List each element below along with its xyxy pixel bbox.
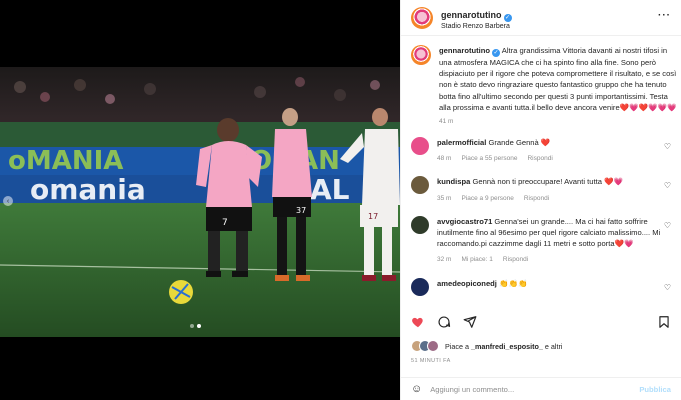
comment-body: avvgiocastro71 Genna'sei un grande.... M…	[437, 216, 662, 266]
post-side-panel: gennarotutino ✓ Stadio Renzo Barbera ··· …	[400, 0, 681, 400]
avatar[interactable]	[411, 176, 429, 195]
comment-body: palermofficial Grande Gennà ❤️ 48 m Piace …	[437, 137, 662, 164]
verified-badge-icon: ✓	[492, 49, 501, 57]
bookmark-icon[interactable]	[657, 315, 671, 329]
caption-text: Altra grandissima Vittoria davanti ai no…	[439, 46, 677, 112]
comment-list: palermofficial Grande Gennà ❤️ 48 m Piace …	[411, 137, 671, 305]
svg-text:37: 37	[296, 206, 306, 215]
comment-time: 32 m	[437, 256, 452, 264]
comment-row: amedeopiconedj 👏👏👏 ♡	[411, 277, 671, 305]
comment-username[interactable]: palermofficial	[437, 138, 486, 147]
action-bar	[411, 312, 671, 332]
comment-text: 👏👏👏	[499, 278, 528, 288]
slide-indicator	[190, 324, 201, 328]
comment-time: 48 m	[437, 155, 452, 163]
comment-likes[interactable]: Piace a 9 persone	[461, 195, 513, 202]
avatar[interactable]	[411, 137, 429, 156]
liker-avatars	[411, 340, 439, 352]
caption-username[interactable]: gennarotutino	[439, 46, 490, 55]
avatar[interactable]	[411, 45, 431, 65]
publish-button[interactable]: Pubblica	[639, 385, 671, 394]
comment-username[interactable]: kundispa	[437, 177, 470, 186]
reply-button[interactable]: Rispondi	[524, 195, 549, 202]
avatar[interactable]	[411, 215, 429, 234]
comment-username[interactable]: avvgiocastro71	[437, 217, 492, 226]
liker-username[interactable]: _manfredi_esposito_	[471, 342, 543, 351]
comment-input[interactable]	[430, 384, 632, 394]
verified-badge-icon: ✓	[503, 13, 512, 22]
prev-slide-button[interactable]: ‹	[3, 196, 13, 206]
caption-text-block: gennarotutino ✓ Altra grandissima Vittori…	[439, 45, 679, 113]
comment-like-icon[interactable]: ♡	[664, 283, 671, 292]
comment-time: 35 m	[437, 194, 452, 202]
heart-icon[interactable]	[411, 315, 425, 329]
comment-username[interactable]: amedeopiconedj	[437, 279, 497, 288]
post-media[interactable]: oMANIA OMAN omania AL 7	[0, 0, 400, 400]
post-photo: oMANIA OMAN omania AL 7	[0, 67, 400, 337]
caption: gennarotutino ✓ Altra grandissima Vittori…	[411, 45, 676, 126]
comment-like-icon[interactable]: ♡	[664, 221, 671, 230]
location-link[interactable]: Stadio Renzo Barbera	[441, 23, 512, 31]
share-icon[interactable]	[463, 315, 477, 329]
post-header: gennarotutino ✓ Stadio Renzo Barbera ···	[401, 0, 681, 36]
chevron-left-icon: ‹	[6, 197, 10, 205]
likes-suffix[interactable]: e altri	[545, 342, 563, 351]
comment-like-icon[interactable]: ♡	[664, 181, 671, 190]
likes-prefix: Piace a	[445, 341, 469, 351]
post-time: 51 MINUTI FA	[411, 358, 451, 364]
more-icon[interactable]: ···	[658, 10, 671, 21]
caption-time: 41 m	[439, 118, 454, 126]
comment-body: amedeopiconedj 👏👏👏	[437, 278, 662, 305]
slide-dot-active	[197, 324, 201, 328]
svg-text:AL: AL	[310, 173, 350, 206]
emoji-icon[interactable]: ☺	[411, 383, 422, 395]
reply-button[interactable]: Rispondi	[503, 256, 528, 263]
comment-likes[interactable]: Piace a 55 persone	[461, 155, 517, 162]
comment-likes[interactable]: Mi piace: 1	[461, 256, 492, 263]
slide-dot	[190, 324, 194, 328]
avatar[interactable]	[411, 277, 429, 296]
comment-composer: ☺ Pubblica	[401, 377, 681, 400]
comment-icon[interactable]	[437, 315, 451, 329]
reply-button[interactable]: Rispondi	[527, 155, 552, 162]
comment-like-icon[interactable]: ♡	[664, 142, 671, 151]
comment-text: Gennà non ti preoccupare! Avanti tutta ❤…	[472, 177, 623, 187]
likes-summary: Piace a _manfredi_esposito_ e altri	[411, 340, 562, 352]
comment-body: kundispa Gennà non ti preoccupare! Avant…	[437, 176, 662, 203]
svg-text:17: 17	[368, 212, 378, 221]
svg-text:oMANIA: oMANIA	[8, 146, 123, 176]
svg-text:7: 7	[222, 218, 228, 228]
avatar	[427, 340, 439, 352]
avatar[interactable]	[411, 6, 433, 29]
comments-scroll[interactable]: gennarotutino ✓ Altra grandissima Vittori…	[401, 37, 681, 307]
comment-row: avvgiocastro71 Genna'sei un grande.... M…	[411, 215, 671, 266]
comment-text: Grande Gennà ❤️	[488, 138, 551, 148]
comment-row: kundispa Gennà non ti preoccupare! Avant…	[411, 176, 671, 203]
instagram-post-view: oMANIA OMAN omania AL 7	[0, 0, 681, 400]
svg-text:omania: omania	[30, 173, 146, 206]
comment-row: palermofficial Grande Gennà ❤️ 48 m Piace …	[411, 137, 671, 164]
author-username[interactable]: gennarotutino	[441, 10, 502, 20]
